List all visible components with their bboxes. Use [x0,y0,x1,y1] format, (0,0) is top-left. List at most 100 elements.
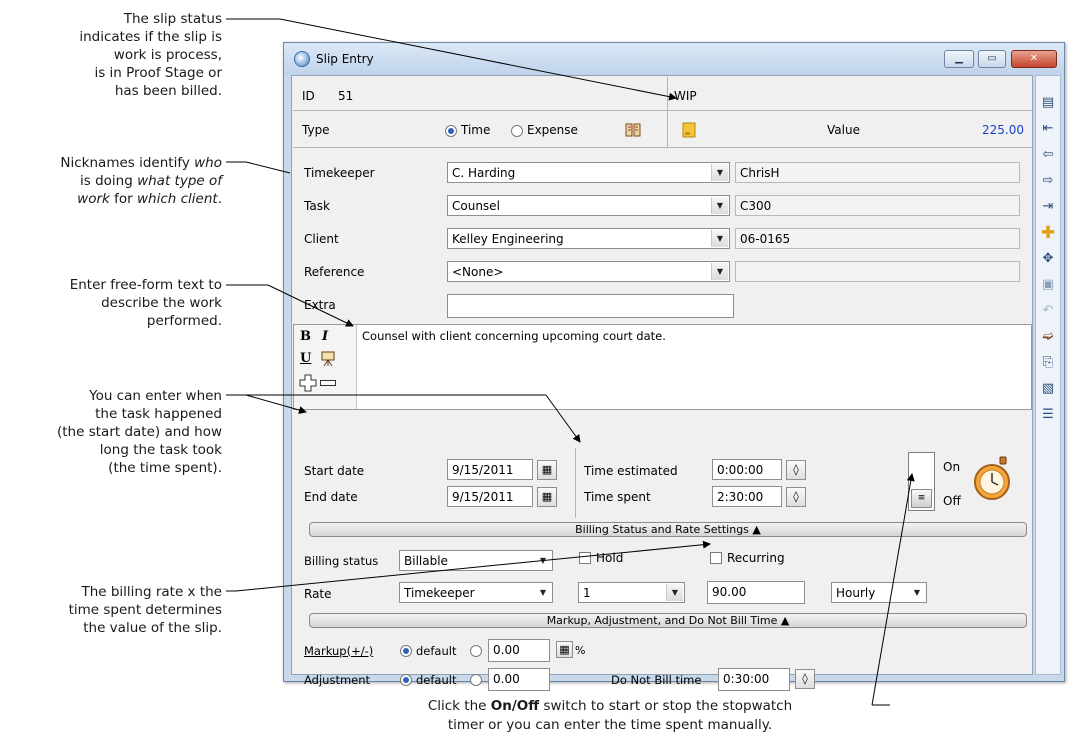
save-icon[interactable]: ▣ [1039,276,1057,294]
percent-label: % [575,644,586,657]
calculator-icon[interactable]: ▦ [556,641,573,658]
bold-button[interactable]: B [300,329,311,344]
markup-custom-radio[interactable] [470,645,482,657]
callout-nicknames-for: for [109,191,137,207]
time-spinner-icon[interactable]: ◊ [795,669,815,689]
adjustment-value: 0.00 [493,672,520,686]
callout-slip-status: The slip status indicates if the slip is… [79,11,222,99]
next-icon[interactable]: ⇨ [1039,172,1057,190]
chevron-down-icon[interactable]: ▼ [666,584,683,601]
chevron-down-icon[interactable]: ▼ [711,197,728,214]
duplicate-icon[interactable]: ✥ [1039,250,1057,268]
end-date-field[interactable]: 9/15/2011 [447,486,533,507]
rate-level-select[interactable]: 1 ▼ [578,582,685,603]
billing-section-toggle[interactable]: Billing Status and Rate Settings ▲ [309,522,1027,537]
page-icon[interactable]: ▤ [1039,94,1057,112]
report-icon[interactable]: ▧ [1039,380,1057,398]
notes-text: Counsel with client concerning upcoming … [362,329,666,343]
chevron-down-icon[interactable]: ▼ [535,584,551,601]
callout-nicknames-text: Nicknames identify [60,155,195,171]
client-nickname: 06-0165 [735,228,1020,249]
notes-editor[interactable]: B I U Counsel with client concerning upc… [293,324,1032,410]
wip-status-icon [682,122,696,138]
undo-icon[interactable]: ↶ [1039,302,1057,320]
task-select[interactable]: Counsel ▼ [447,195,730,216]
rate-source-select[interactable]: Timekeeper ▼ [399,582,553,603]
preview-icon[interactable]: ⎘ [1039,354,1057,372]
rate-unit-select[interactable]: Hourly ▼ [831,582,927,603]
time-estimated-field[interactable]: 0:00:00 [712,459,782,480]
maximize-button[interactable]: ▭ [978,50,1006,68]
book-icon[interactable] [625,122,641,137]
callout-onoff: Click the On/Off switch to start or stop… [300,697,920,735]
id-value: 51 [338,89,354,103]
type-label: Type [302,123,330,137]
timekeeper-select[interactable]: C. Harding ▼ [447,162,730,183]
easel-icon[interactable] [320,351,336,367]
start-date-label: Start date [304,464,365,478]
markup-field[interactable]: 0.00 [488,639,550,662]
add-icon[interactable]: ✚ [1039,224,1057,242]
hold-checkbox[interactable] [579,552,591,564]
markup-section-toggle[interactable]: Markup, Adjustment, and Do Not Bill Time… [309,613,1027,628]
time-spent-field[interactable]: 2:30:00 [712,486,782,507]
hold-label: Hold [596,551,624,565]
adjustment-custom-radio[interactable] [470,674,482,686]
prev-icon[interactable]: ⇦ [1039,146,1057,164]
client-select[interactable]: Kelley Engineering ▼ [447,228,730,249]
client-value: Kelley Engineering [452,232,564,246]
time-spinner-icon[interactable]: ◊ [786,487,806,507]
recurring-checkbox[interactable] [710,552,722,564]
status-value: WIP [674,89,697,103]
timekeeper-label: Timekeeper [304,166,375,180]
id-label: ID [302,89,315,103]
minimize-button[interactable]: ▁ [944,50,974,68]
list-icon[interactable]: ☰ [1039,406,1057,424]
italic-button[interactable]: I [322,329,328,344]
adjustment-label: Adjustment [304,673,371,687]
do-not-bill-field[interactable]: 0:30:00 [718,668,790,691]
rate-value: 90.00 [712,585,747,599]
on-off-switch[interactable]: ≡ [908,452,935,511]
start-date-field[interactable]: 9/15/2011 [447,459,533,480]
first-icon[interactable]: ⇤ [1039,120,1057,138]
time-estimated-label: Time estimated [584,464,678,478]
underline-button[interactable]: U [300,351,311,366]
switch-handle[interactable]: ≡ [911,489,932,508]
extra-field[interactable] [447,294,734,318]
adjustment-field[interactable]: 0.00 [488,668,550,691]
chevron-down-icon[interactable]: ▼ [909,584,925,601]
switch-off-label: Off [943,494,961,508]
callout-onoff-text: Click the [427,698,491,714]
reference-select[interactable]: <None> ▼ [447,261,730,282]
time-spinner-icon[interactable]: ◊ [786,460,806,480]
calendar-icon[interactable]: ▦ [537,460,557,480]
rate-value-field[interactable]: 90.00 [707,581,805,604]
calendar-icon[interactable]: ▦ [537,487,557,507]
chevron-down-icon[interactable]: ▼ [711,164,728,181]
last-icon[interactable]: ⇥ [1039,198,1057,216]
type-time-radio[interactable] [445,125,457,137]
callout-nicknames-end: . [217,191,222,207]
chevron-down-icon[interactable]: ▼ [711,230,728,247]
callout-line-nicknames [226,161,291,174]
transfer-icon[interactable]: ➫ [1039,328,1057,346]
callout-rate: The billing rate x the time spent determ… [68,584,222,636]
header-separator [293,110,1032,111]
close-button[interactable]: ✕ [1011,50,1057,68]
format-toolbar: B I U [294,325,357,409]
markup-default-radio[interactable] [400,645,412,657]
chevron-down-icon[interactable]: ▼ [535,552,551,569]
adjustment-default-radio[interactable] [400,674,412,686]
callout-nicknames-text2: is doing [80,173,138,189]
title-bar[interactable]: Slip Entry ▁ ▭ ✕ [284,43,1064,75]
billing-status-select[interactable]: Billable ▼ [399,550,553,571]
reference-nickname [735,261,1020,282]
chevron-down-icon[interactable]: ▼ [711,263,728,280]
end-date-label: End date [304,490,358,504]
client-nickname-value: 06-0165 [740,232,791,246]
expand-icon[interactable] [298,373,318,393]
collapse-icon[interactable] [320,380,336,386]
callout-nicknames-who: who [194,155,222,171]
type-expense-radio[interactable] [511,125,523,137]
